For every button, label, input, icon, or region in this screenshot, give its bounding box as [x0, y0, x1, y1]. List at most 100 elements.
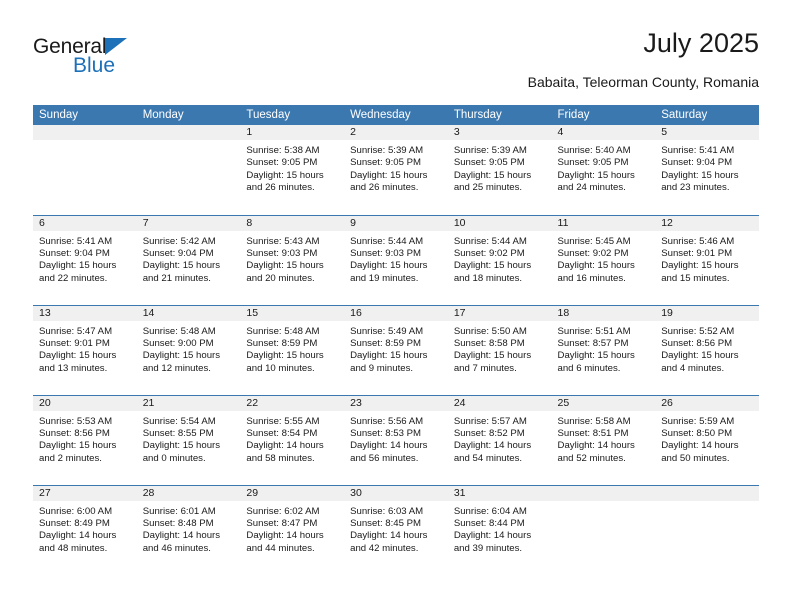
- day-number: 2: [344, 125, 448, 140]
- day-detail-line: Daylight: 15 hours: [246, 260, 324, 272]
- calendar-body: 1 Sunrise: 5:38 AM Sunset: 9:05 PM Daylight…: [33, 125, 759, 575]
- calendar-day-cell[interactable]: 10 Sunrise: 5:44 AM Sunset: 9:02 PM Dayligh…: [447, 214, 552, 305]
- day-cell-inner: 13 Sunrise: 5:47 AM Sunset: 9:01 PM Dayligh…: [33, 305, 137, 395]
- calendar-day-cell[interactable]: 14 Sunrise: 5:48 AM Sunset: 9:00 PM Dayligh…: [136, 304, 241, 395]
- calendar-day-cell[interactable]: 22 Sunrise: 5:55 AM Sunset: 8:54 PM Dayligh…: [240, 394, 345, 485]
- day-number: 13: [33, 305, 137, 321]
- calendar-day-cell[interactable]: 1 Sunrise: 5:38 AM Sunset: 9:05 PM Daylight…: [240, 125, 345, 215]
- day-cell-inner: 28 Sunrise: 6:01 AM Sunset: 8:48 PM Dayligh…: [136, 485, 241, 575]
- calendar-day-cell[interactable]: 31 Sunrise: 6:04 AM Sunset: 8:44 PM Dayligh…: [447, 484, 552, 575]
- calendar-day-cell[interactable]: 7 Sunrise: 5:42 AM Sunset: 9:04 PM Daylight…: [136, 214, 241, 305]
- day-detail-line: and 13 minutes.: [39, 362, 108, 374]
- day-cell-inner: [136, 125, 241, 214]
- day-details: Sunrise: 5:44 AM Sunset: 9:02 PM Daylight:…: [448, 231, 552, 286]
- day-detail-line: and 39 minutes.: [453, 542, 523, 554]
- calendar-day-cell[interactable]: 23 Sunrise: 5:56 AM Sunset: 8:53 PM Dayligh…: [344, 394, 448, 485]
- day-detail-line: Daylight: 14 hours: [661, 440, 739, 452]
- day-detail-line: Sunrise: 6:02 AM: [246, 505, 320, 517]
- calendar-day-cell[interactable]: 12 Sunrise: 5:46 AM Sunset: 9:01 PM Dayligh…: [655, 214, 759, 305]
- day-details: Sunrise: 6:02 AM Sunset: 8:47 PM Daylight:…: [240, 501, 344, 556]
- calendar-day-cell[interactable]: 13 Sunrise: 5:47 AM Sunset: 9:01 PM Dayligh…: [33, 304, 137, 395]
- calendar-day-cell[interactable]: 5 Sunrise: 5:41 AM Sunset: 9:04 PM Daylight…: [655, 125, 759, 215]
- day-number: 21: [136, 395, 241, 411]
- day-detail-line: Sunrise: 5:56 AM: [350, 415, 424, 427]
- day-detail-line: and 50 minutes.: [661, 452, 730, 464]
- calendar-day-cell[interactable]: 11 Sunrise: 5:45 AM Sunset: 9:02 PM Dayligh…: [551, 214, 656, 305]
- day-detail-line: and 18 minutes.: [453, 272, 523, 284]
- weekday-header-wednesday: Wednesday: [344, 105, 448, 125]
- day-detail-line: Sunset: 8:49 PM: [39, 517, 110, 529]
- page-subtitle: Babaita, Teleorman County, Romania: [527, 74, 759, 90]
- day-details: Sunrise: 5:46 AM Sunset: 9:01 PM Daylight:…: [655, 231, 759, 286]
- day-detail-line: Sunset: 8:57 PM: [557, 337, 629, 349]
- calendar-day-cell[interactable]: 30 Sunrise: 6:03 AM Sunset: 8:45 PM Dayligh…: [344, 484, 448, 575]
- day-number: 14: [136, 305, 241, 321]
- day-details: Sunrise: 5:51 AM Sunset: 8:57 PM Daylight:…: [552, 321, 656, 376]
- calendar-day-cell[interactable]: 18 Sunrise: 5:51 AM Sunset: 8:57 PM Dayligh…: [551, 304, 656, 395]
- day-detail-line: and 42 minutes.: [350, 542, 419, 554]
- day-number: 4: [551, 125, 656, 140]
- calendar-day-cell[interactable]: 9 Sunrise: 5:44 AM Sunset: 9:03 PM Daylight…: [344, 214, 448, 305]
- day-detail-line: and 22 minutes.: [39, 272, 108, 284]
- day-detail-line: and 19 minutes.: [350, 272, 419, 284]
- calendar-day-cell[interactable]: 3 Sunrise: 5:39 AM Sunset: 9:05 PM Daylight…: [447, 125, 552, 215]
- day-number: [136, 125, 241, 140]
- calendar-empty-cell: [655, 484, 759, 575]
- day-number: [551, 485, 656, 501]
- calendar-day-cell[interactable]: 21 Sunrise: 5:54 AM Sunset: 8:55 PM Dayligh…: [136, 394, 241, 485]
- day-cell-inner: 22 Sunrise: 5:55 AM Sunset: 8:54 PM Dayligh…: [240, 395, 345, 485]
- weekday-header-friday: Friday: [551, 105, 656, 125]
- day-detail-line: and 26 minutes.: [246, 182, 315, 194]
- day-number: 16: [344, 305, 448, 321]
- calendar-day-cell[interactable]: 8 Sunrise: 5:43 AM Sunset: 9:03 PM Daylight…: [240, 214, 345, 305]
- day-detail-line: Daylight: 15 hours: [142, 440, 221, 452]
- day-detail-line: and 25 minutes.: [453, 182, 523, 194]
- day-detail-line: Sunrise: 6:01 AM: [142, 505, 216, 517]
- calendar-day-cell[interactable]: 17 Sunrise: 5:50 AM Sunset: 8:58 PM Dayligh…: [447, 304, 552, 395]
- calendar-day-cell[interactable]: 19 Sunrise: 5:52 AM Sunset: 8:56 PM Dayligh…: [655, 304, 759, 395]
- day-details: Sunrise: 5:39 AM Sunset: 9:05 PM Daylight:…: [448, 140, 552, 195]
- day-detail-line: Sunrise: 5:48 AM: [246, 325, 320, 337]
- day-detail-line: Sunrise: 6:03 AM: [350, 505, 424, 517]
- calendar-week-row: 1 Sunrise: 5:38 AM Sunset: 9:05 PM Daylight…: [33, 125, 759, 215]
- calendar-day-cell[interactable]: 4 Sunrise: 5:40 AM Sunset: 9:05 PM Daylight…: [551, 125, 656, 215]
- calendar-day-cell[interactable]: 25 Sunrise: 5:58 AM Sunset: 8:51 PM Dayligh…: [551, 394, 656, 485]
- day-detail-line: Sunset: 9:01 PM: [39, 337, 110, 349]
- day-detail-line: Daylight: 15 hours: [39, 260, 117, 272]
- calendar-day-cell[interactable]: 26 Sunrise: 5:59 AM Sunset: 8:50 PM Dayligh…: [655, 394, 759, 485]
- day-detail-line: Sunset: 9:00 PM: [142, 337, 214, 349]
- day-detail-line: Sunset: 9:02 PM: [557, 247, 629, 259]
- day-cell-inner: 26 Sunrise: 5:59 AM Sunset: 8:50 PM Dayligh…: [655, 395, 759, 485]
- calendar-day-cell[interactable]: 29 Sunrise: 6:02 AM Sunset: 8:47 PM Dayligh…: [240, 484, 345, 575]
- day-detail-line: Sunset: 9:04 PM: [661, 157, 733, 169]
- calendar-day-cell[interactable]: 28 Sunrise: 6:01 AM Sunset: 8:48 PM Dayligh…: [136, 484, 241, 575]
- calendar-day-cell[interactable]: 6 Sunrise: 5:41 AM Sunset: 9:04 PM Daylight…: [33, 214, 137, 305]
- day-detail-line: Daylight: 14 hours: [453, 530, 532, 542]
- day-detail-line: Sunrise: 5:43 AM: [246, 235, 320, 247]
- calendar-day-cell[interactable]: 27 Sunrise: 6:00 AM Sunset: 8:49 PM Dayligh…: [33, 484, 137, 575]
- calendar-day-cell[interactable]: 16 Sunrise: 5:49 AM Sunset: 8:59 PM Dayligh…: [344, 304, 448, 395]
- day-cell-inner: 10 Sunrise: 5:44 AM Sunset: 9:02 PM Dayligh…: [447, 215, 552, 305]
- day-detail-line: Sunrise: 6:04 AM: [453, 505, 527, 517]
- calendar-header-row: Sunday Monday Tuesday Wednesday Thursday…: [33, 105, 759, 125]
- calendar-day-cell[interactable]: 20 Sunrise: 5:53 AM Sunset: 8:56 PM Dayligh…: [33, 394, 137, 485]
- day-details: Sunrise: 5:43 AM Sunset: 9:03 PM Daylight:…: [240, 231, 344, 286]
- day-cell-inner: 20 Sunrise: 5:53 AM Sunset: 8:56 PM Dayligh…: [33, 395, 137, 485]
- calendar-day-cell[interactable]: 15 Sunrise: 5:48 AM Sunset: 8:59 PM Dayligh…: [240, 304, 345, 395]
- calendar-week-row: 27 Sunrise: 6:00 AM Sunset: 8:49 PM Dayligh…: [33, 484, 759, 575]
- day-number: 1: [240, 125, 345, 140]
- day-detail-line: Sunrise: 5:54 AM: [142, 415, 216, 427]
- day-detail-line: and 44 minutes.: [246, 542, 315, 554]
- day-detail-line: Sunrise: 6:00 AM: [39, 505, 113, 517]
- day-cell-inner: 30 Sunrise: 6:03 AM Sunset: 8:45 PM Dayligh…: [344, 485, 448, 575]
- day-detail-line: Sunset: 8:55 PM: [142, 427, 214, 439]
- day-detail-line: Daylight: 15 hours: [39, 440, 117, 452]
- day-details: Sunrise: 5:45 AM Sunset: 9:02 PM Daylight:…: [552, 231, 656, 286]
- calendar-day-cell[interactable]: 2 Sunrise: 5:39 AM Sunset: 9:05 PM Daylight…: [344, 125, 448, 215]
- calendar-week-row: 20 Sunrise: 5:53 AM Sunset: 8:56 PM Dayligh…: [33, 394, 759, 485]
- day-number: 8: [240, 215, 345, 231]
- calendar-day-cell[interactable]: 24 Sunrise: 5:57 AM Sunset: 8:52 PM Dayligh…: [447, 394, 552, 485]
- day-cell-inner: 18 Sunrise: 5:51 AM Sunset: 8:57 PM Dayligh…: [551, 305, 656, 395]
- day-detail-line: and 12 minutes.: [142, 362, 211, 374]
- day-cell-inner: 27 Sunrise: 6:00 AM Sunset: 8:49 PM Dayligh…: [33, 485, 137, 575]
